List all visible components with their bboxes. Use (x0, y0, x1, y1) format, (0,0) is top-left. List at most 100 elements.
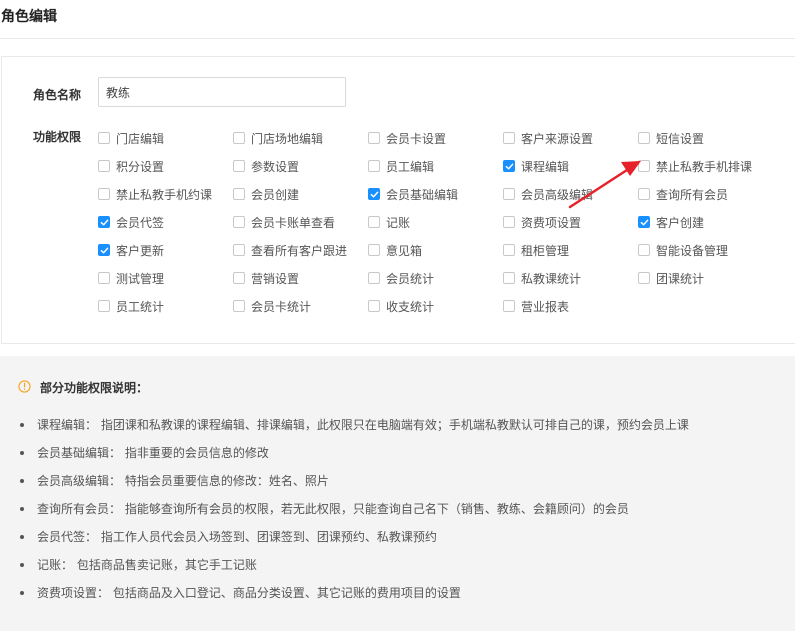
page-header: 角色编辑 (0, 0, 795, 39)
permission-checkbox[interactable] (233, 188, 245, 200)
permission-label: 客户创建 (656, 215, 705, 230)
permission-item[interactable]: 会员创建 (233, 186, 299, 202)
permission-item[interactable]: 客户更新 (98, 242, 164, 258)
bullet-icon (20, 506, 24, 511)
permission-label: 资费项设置 (521, 215, 582, 230)
permission-checkbox[interactable] (503, 272, 515, 284)
permission-item[interactable]: 团课统计 (638, 270, 704, 286)
permission-checkbox[interactable] (233, 300, 245, 312)
permission-item[interactable]: 租柜管理 (503, 242, 569, 258)
permission-checkbox[interactable] (368, 132, 380, 144)
permission-checkbox[interactable] (368, 272, 380, 284)
permission-label: 租柜管理 (521, 243, 570, 258)
permission-checkbox[interactable] (98, 132, 110, 144)
permission-item[interactable]: 禁止私教手机排课 (638, 158, 752, 174)
permission-checkbox[interactable] (638, 244, 650, 256)
permission-checkbox[interactable] (98, 216, 110, 228)
permission-checkbox[interactable] (98, 272, 110, 284)
note-text: 课程编辑： 指团课和私教课的课程编辑、排课编辑，此权限只在电脑端有效；手机端私教… (37, 418, 689, 432)
permission-checkbox[interactable] (503, 160, 515, 172)
permission-checkbox[interactable] (503, 300, 515, 312)
permission-item[interactable]: 会员代签 (98, 214, 164, 230)
permission-checkbox[interactable] (98, 188, 110, 200)
permission-checkbox[interactable] (368, 188, 380, 200)
permission-item[interactable]: 私教课统计 (503, 270, 581, 286)
permission-item[interactable]: 门店编辑 (98, 130, 164, 146)
note-item: 会员代签： 指工作人员代会员入场签到、团课签到、团课预约、私教课预约 (20, 528, 437, 545)
permission-item[interactable]: 收支统计 (368, 298, 434, 314)
permission-item[interactable]: 营业报表 (503, 298, 569, 314)
permission-label: 短信设置 (656, 131, 705, 146)
permission-item[interactable]: 会员基础编辑 (368, 186, 458, 202)
note-item: 会员高级编辑： 特指会员重要信息的修改：姓名、照片 (20, 472, 329, 489)
note-text: 会员代签： 指工作人员代会员入场签到、团课签到、团课预约、私教课预约 (37, 530, 437, 544)
note-text: 会员基础编辑： 指非重要的会员信息的修改 (37, 446, 269, 460)
permission-item[interactable]: 资费项设置 (503, 214, 581, 230)
permission-checkbox[interactable] (368, 216, 380, 228)
permission-item[interactable]: 员工统计 (98, 298, 164, 314)
permission-label: 意见箱 (386, 243, 423, 258)
permission-label: 门店编辑 (116, 131, 165, 146)
permission-label: 会员创建 (251, 187, 300, 202)
permission-checkbox[interactable] (503, 216, 515, 228)
permission-checkbox[interactable] (368, 160, 380, 172)
permission-item[interactable]: 客户来源设置 (503, 130, 593, 146)
permission-item[interactable]: 短信设置 (638, 130, 704, 146)
permission-checkbox[interactable] (368, 300, 380, 312)
permission-checkbox[interactable] (98, 300, 110, 312)
permission-label: 营业报表 (521, 299, 570, 314)
note-text: 记账： 包括商品售卖记账，其它手工记账 (37, 558, 257, 572)
permission-label: 会员高级编辑 (521, 187, 594, 202)
permission-checkbox[interactable] (503, 188, 515, 200)
permission-checkbox[interactable] (638, 216, 650, 228)
note-text: 会员高级编辑： 特指会员重要信息的修改：姓名、照片 (37, 474, 329, 488)
permission-item[interactable]: 测试管理 (98, 270, 164, 286)
permission-item[interactable]: 禁止私教手机约课 (98, 186, 212, 202)
permission-label: 查询所有会员 (656, 187, 729, 202)
permission-checkbox[interactable] (233, 216, 245, 228)
permission-item[interactable]: 客户创建 (638, 214, 704, 230)
permissions-label: 功能权限 (33, 130, 82, 144)
permission-item[interactable]: 会员高级编辑 (503, 186, 593, 202)
permission-item[interactable]: 营销设置 (233, 270, 299, 286)
permission-item[interactable]: 员工编辑 (368, 158, 434, 174)
permission-checkbox[interactable] (98, 160, 110, 172)
permission-checkbox[interactable] (233, 160, 245, 172)
permission-notes-panel: 部分功能权限说明： 课程编辑： 指团课和私教课的课程编辑、排课编辑，此权限只在电… (0, 356, 795, 631)
permission-checkbox[interactable] (503, 244, 515, 256)
permission-item[interactable]: 会员卡设置 (368, 130, 446, 146)
permission-checkbox[interactable] (638, 132, 650, 144)
info-icon (18, 380, 31, 393)
permission-checkbox[interactable] (638, 188, 650, 200)
permission-label: 团课统计 (656, 271, 705, 286)
permission-checkbox[interactable] (503, 132, 515, 144)
permission-label: 会员基础编辑 (386, 187, 459, 202)
permission-item[interactable]: 查询所有会员 (638, 186, 728, 202)
permission-checkbox[interactable] (98, 244, 110, 256)
permission-item[interactable]: 参数设置 (233, 158, 299, 174)
permission-checkbox[interactable] (638, 160, 650, 172)
role-name-input[interactable] (98, 77, 346, 107)
permission-item[interactable]: 智能设备管理 (638, 242, 728, 258)
permission-label: 员工统计 (116, 299, 165, 314)
permission-checkbox[interactable] (638, 272, 650, 284)
permission-label: 记账 (386, 215, 411, 230)
bullet-icon (20, 478, 24, 483)
note-text: 查询所有会员： 指能够查询所有会员的权限，若无此权限，只能查询自己名下（销售、教… (37, 502, 629, 516)
permission-item[interactable]: 查看所有客户跟进 (233, 242, 347, 258)
permission-item[interactable]: 意见箱 (368, 242, 422, 258)
note-item: 记账： 包括商品售卖记账，其它手工记账 (20, 556, 257, 573)
permission-item[interactable]: 记账 (368, 214, 410, 230)
permission-item[interactable]: 积分设置 (98, 158, 164, 174)
permission-item[interactable]: 会员卡统计 (233, 298, 311, 314)
permission-checkbox[interactable] (233, 244, 245, 256)
permission-checkbox[interactable] (368, 244, 380, 256)
permission-item[interactable]: 会员卡账单查看 (233, 214, 335, 230)
permission-item[interactable]: 会员统计 (368, 270, 434, 286)
permission-label: 私教课统计 (521, 271, 582, 286)
permission-item[interactable]: 课程编辑 (503, 158, 569, 174)
permission-checkbox[interactable] (233, 132, 245, 144)
permission-item[interactable]: 门店场地编辑 (233, 130, 323, 146)
permission-label: 门店场地编辑 (251, 131, 324, 146)
permission-checkbox[interactable] (233, 272, 245, 284)
